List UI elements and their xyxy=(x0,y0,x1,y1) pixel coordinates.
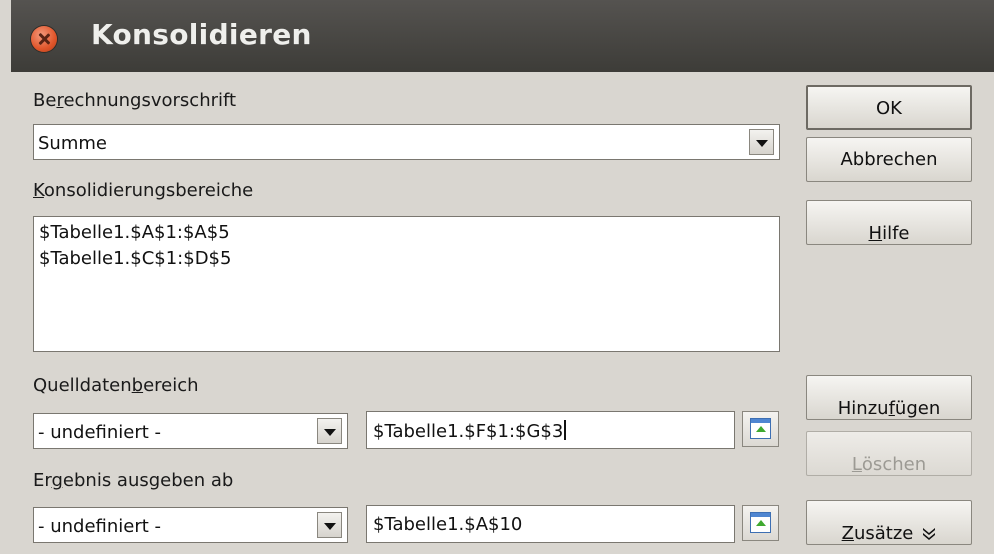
output-label-text: Er xyxy=(33,470,52,491)
delete-accesskey: L xyxy=(851,454,862,475)
help-label-text: ilfe xyxy=(882,223,910,244)
help-button[interactable]: Hilfe xyxy=(806,200,972,245)
delete-button: Löschen xyxy=(806,431,972,476)
output-shrink-button[interactable] xyxy=(742,505,779,541)
consolidation-ranges-list[interactable]: $Tabelle1.$A$1:$A$5 $Tabelle1.$C$1:$D$5 xyxy=(33,216,780,352)
output-range-input[interactable]: $Tabelle1.$A$10 xyxy=(366,505,735,543)
source-named-range-value: - undefiniert - xyxy=(38,422,162,443)
chevron-down-icon[interactable] xyxy=(317,418,342,444)
chevron-down-icon[interactable] xyxy=(317,512,342,538)
cancel-button[interactable]: Abbrechen xyxy=(806,137,972,182)
delete-label-text: öschen xyxy=(861,454,927,475)
cancel-button-label: Abbrechen xyxy=(840,149,938,170)
shrink-icon xyxy=(750,418,771,439)
double-chevron-down-icon xyxy=(923,528,936,540)
source-shrink-button[interactable] xyxy=(742,411,779,447)
add-button-label: Hinzufügen xyxy=(838,387,940,419)
ok-button[interactable]: OK xyxy=(806,85,972,130)
more-accesskey: Z xyxy=(841,523,854,544)
ranges-label: Konsolidierungsbereiche xyxy=(33,180,253,201)
output-label-text-rest: ebnis ausgeben ab xyxy=(62,470,234,491)
function-label-text-rest: echnungsvorschrift xyxy=(63,90,237,111)
output-named-range-select[interactable]: - undefiniert - xyxy=(33,507,348,543)
consolidate-dialog: Konsolidieren Berechnungsvorschrift Summ… xyxy=(0,0,994,554)
source-range-input[interactable]: $Tabelle1.$F$1:$G$3 xyxy=(366,411,735,449)
help-button-label: Hilfe xyxy=(869,212,910,244)
output-label: Ergebnis ausgeben ab xyxy=(33,470,233,491)
output-label-accesskey: g xyxy=(51,470,63,491)
source-label: Quelldatenbereich xyxy=(33,375,199,396)
delete-button-label: Löschen xyxy=(852,443,926,475)
shrink-icon xyxy=(750,512,771,533)
title-bar: Konsolidieren xyxy=(11,0,994,72)
source-label-accesskey: b xyxy=(131,375,144,396)
help-accesskey: H xyxy=(868,223,883,244)
function-label-text: Be xyxy=(33,90,57,111)
function-label: Berechnungsvorschrift xyxy=(33,90,236,111)
ranges-label-accesskey: K xyxy=(33,180,44,201)
add-button[interactable]: Hinzufügen xyxy=(806,375,972,420)
add-label-text: Hinzu xyxy=(837,398,889,419)
close-icon[interactable] xyxy=(31,26,57,52)
source-named-range-select[interactable]: - undefiniert - xyxy=(33,413,348,449)
function-select[interactable]: Summe xyxy=(33,124,780,160)
more-label-text: usätze xyxy=(853,523,914,544)
output-range-value: $Tabelle1.$A$10 xyxy=(373,514,523,535)
output-named-range-value: - undefiniert - xyxy=(38,516,162,537)
text-caret xyxy=(564,420,567,440)
list-item[interactable]: $Tabelle1.$A$1:$A$5 xyxy=(39,222,230,243)
more-options-label: Zusätze xyxy=(842,512,937,544)
ok-button-label: OK xyxy=(876,98,902,119)
function-select-value: Summe xyxy=(38,133,107,154)
source-range-value: $Tabelle1.$F$1:$G$3 xyxy=(373,420,567,442)
chevron-down-icon[interactable] xyxy=(749,129,774,155)
list-item[interactable]: $Tabelle1.$C$1:$D$5 xyxy=(39,248,231,269)
ranges-label-text: onsolidierungsbereiche xyxy=(43,180,254,201)
source-label-text-rest: ereich xyxy=(143,375,199,396)
source-label-text: Quelldaten xyxy=(33,375,132,396)
dialog-title: Konsolidieren xyxy=(91,18,312,51)
add-label-text-rest: ügen xyxy=(894,398,941,419)
source-range-text: $Tabelle1.$F$1:$G$3 xyxy=(373,421,564,442)
more-options-button[interactable]: Zusätze xyxy=(806,500,972,545)
